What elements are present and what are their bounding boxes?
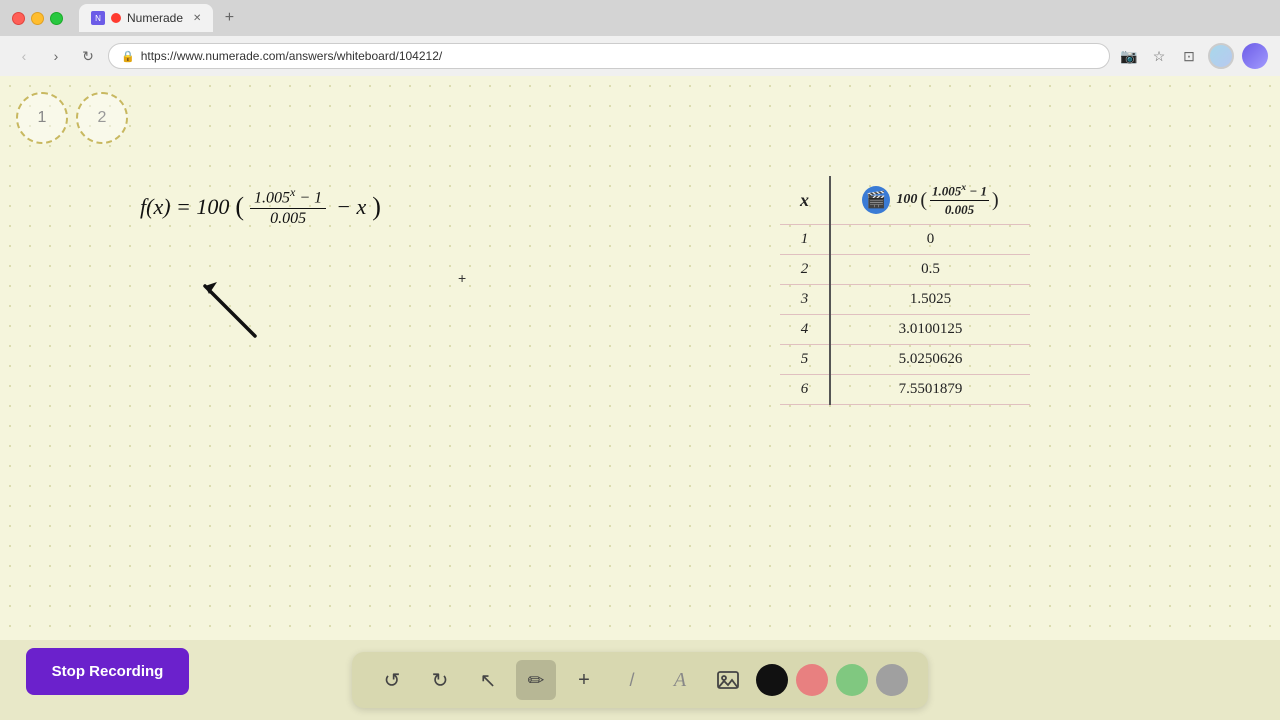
maximize-traffic-light[interactable] xyxy=(50,12,63,25)
close-traffic-light[interactable] xyxy=(12,12,25,25)
table-cell-x: 3 xyxy=(780,285,830,315)
minimize-traffic-light[interactable] xyxy=(31,12,44,25)
reel-icon: 🎬 xyxy=(862,186,890,214)
add-element-button[interactable]: + xyxy=(564,660,604,700)
refresh-button[interactable]: ↻ xyxy=(76,44,100,68)
col-header-formula: 🎬 100 ( 1.005x − 1 0.005 ) xyxy=(830,176,1030,225)
table-cell-x: 5 xyxy=(780,345,830,375)
math-formula: + f(x) = 100 ( 1.005x − 1 0.005 − x ) xyxy=(140,186,381,227)
color-pink-button[interactable] xyxy=(796,664,828,696)
tab-close-button[interactable]: ✕ xyxy=(193,13,201,24)
plus-annotation: + xyxy=(458,271,466,285)
table-cell-x: 2 xyxy=(780,255,830,285)
title-bar: N Numerade ✕ + xyxy=(0,0,1280,36)
fraction-denominator: 0.005 xyxy=(266,209,310,227)
bookmark-button[interactable]: ☆ xyxy=(1148,45,1170,67)
whiteboard-canvas[interactable]: 1 2 + f(x) = 100 ( 1.005x − 1 0.005 − x … xyxy=(0,76,1280,640)
formula-expression: f(x) = 100 ( 1.005x − 1 0.005 − x ) xyxy=(140,186,381,227)
nav-actions: 📷 ☆ ⊡ xyxy=(1118,43,1268,69)
page-thumbnails: 1 2 xyxy=(16,92,128,144)
color-gray-button[interactable] xyxy=(876,664,908,696)
table-cell-x: 1 xyxy=(780,225,830,255)
browser-chrome: N Numerade ✕ + ‹ › ↻ 🔒 https://www.numer… xyxy=(0,0,1280,76)
page-thumb-2[interactable]: 2 xyxy=(76,92,128,144)
cast-button[interactable]: 📷 xyxy=(1118,45,1140,67)
traffic-lights xyxy=(12,12,63,25)
formula-fraction: 1.005x − 1 0.005 xyxy=(250,186,326,227)
color-black-button[interactable] xyxy=(756,664,788,696)
lock-icon: 🔒 xyxy=(121,50,135,63)
select-tool-button[interactable]: ↖ xyxy=(468,660,508,700)
tab-favicon: N xyxy=(91,11,105,25)
toolbar-inner: ↺ ↻ ↖ ✏ + / A xyxy=(352,652,928,708)
formula-left: f(x) = 100 xyxy=(140,196,229,218)
table-cell-value: 7.5501879 xyxy=(830,375,1030,405)
undo-button[interactable]: ↺ xyxy=(372,660,412,700)
fraction-numerator: 1.005x − 1 xyxy=(250,186,326,209)
table-row: 5 5.0250626 xyxy=(780,345,1030,375)
table-cell-value: 1.5025 xyxy=(830,285,1030,315)
col-header-x: x xyxy=(780,176,830,225)
table-cell-value: 0 xyxy=(830,225,1030,255)
table-row: 1 0 xyxy=(780,225,1030,255)
arrow-annotation xyxy=(185,266,265,351)
table-cell-x: 4 xyxy=(780,315,830,345)
text-tool-button[interactable]: A xyxy=(660,660,700,700)
recording-indicator xyxy=(111,13,121,23)
table-cell-value: 0.5 xyxy=(830,255,1030,285)
tab-bar: N Numerade ✕ + xyxy=(79,4,1268,32)
table-cell-value: 3.0100125 xyxy=(830,315,1030,345)
image-insert-button[interactable] xyxy=(708,660,748,700)
user-avatar-2[interactable] xyxy=(1242,43,1268,69)
nav-bar: ‹ › ↻ 🔒 https://www.numerade.com/answers… xyxy=(0,36,1280,76)
page-thumb-1[interactable]: 1 xyxy=(16,92,68,144)
header-formula-text: 100 ( 1.005x − 1 0.005 ) xyxy=(896,182,998,218)
active-tab[interactable]: N Numerade ✕ xyxy=(79,4,213,32)
table-cell-x: 6 xyxy=(780,375,830,405)
pencil-tool-button[interactable]: ✏ xyxy=(516,660,556,700)
data-table: x 🎬 100 ( 1.005x − 1 0.005 ) xyxy=(780,176,1030,405)
table-row: 4 3.0100125 xyxy=(780,315,1030,345)
url-text: https://www.numerade.com/answers/whitebo… xyxy=(141,49,443,63)
user-avatar-1[interactable] xyxy=(1208,43,1234,69)
color-green-button[interactable] xyxy=(836,664,868,696)
forward-button[interactable]: › xyxy=(44,44,68,68)
eraser-tool-button[interactable]: / xyxy=(612,660,652,700)
toolbar: Stop Recording ↺ ↻ ↖ ✏ + / A xyxy=(0,640,1280,720)
devices-button[interactable]: ⊡ xyxy=(1178,45,1200,67)
table-row: 2 0.5 xyxy=(780,255,1030,285)
new-tab-button[interactable]: + xyxy=(217,6,241,30)
address-bar[interactable]: 🔒 https://www.numerade.com/answers/white… xyxy=(108,43,1110,69)
tab-label: Numerade xyxy=(127,11,183,25)
table-row: 6 7.5501879 xyxy=(780,375,1030,405)
table-cell-value: 5.0250626 xyxy=(830,345,1030,375)
back-button[interactable]: ‹ xyxy=(12,44,36,68)
redo-button[interactable]: ↻ xyxy=(420,660,460,700)
table-row: 3 1.5025 xyxy=(780,285,1030,315)
stop-recording-button[interactable]: Stop Recording xyxy=(26,648,189,695)
